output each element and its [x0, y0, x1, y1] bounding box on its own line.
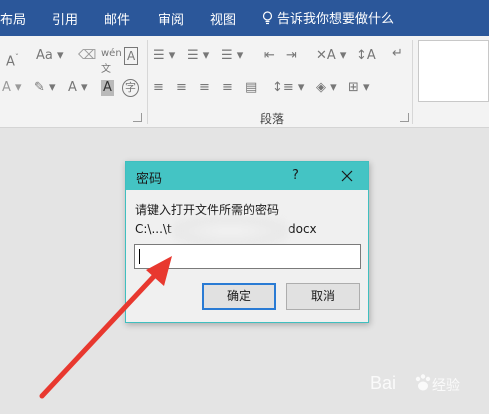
ok-button[interactable]: 确定	[202, 283, 276, 310]
align-right-icon[interactable]: ≡	[199, 80, 210, 96]
file-path-end: docx	[288, 222, 317, 236]
close-icon[interactable]	[335, 164, 359, 188]
group-separator	[412, 40, 413, 124]
text-effects-icon[interactable]: A ▾	[2, 80, 22, 96]
ribbon-body: Aˇ Aa ▾ ⌫ wén 文 A A ▾ ✎ ▾ A ▾ A 字 ☰ ▾ ☰ ▾…	[0, 36, 489, 128]
tab-view[interactable]: 视图	[210, 9, 236, 28]
file-path-start: C:\...\t	[135, 222, 172, 236]
font-color-icon[interactable]: A ▾	[68, 80, 88, 96]
redacted-filename	[171, 216, 289, 246]
decrease-indent-icon[interactable]: ⇤	[264, 48, 275, 64]
tab-layout[interactable]: 布局	[0, 9, 26, 28]
numbering-icon[interactable]: ☰ ▾	[187, 48, 209, 64]
text-caret	[139, 249, 140, 264]
increase-indent-icon[interactable]: ⇥	[286, 48, 297, 64]
password-input[interactable]	[134, 244, 361, 269]
help-button[interactable]: ?	[292, 168, 299, 183]
align-center-icon[interactable]: ≡	[176, 80, 187, 96]
bullets-icon[interactable]: ☰ ▾	[153, 48, 175, 64]
tab-review[interactable]: 审阅	[158, 9, 184, 28]
shading-icon[interactable]: ◈ ▾	[316, 80, 337, 96]
password-dialog: 密码 ? 请键入打开文件所需的密码 C:\...\t docx 确定 取消	[125, 161, 369, 323]
watermark-text: Bai	[370, 373, 397, 393]
char-shading-icon[interactable]: A	[101, 80, 114, 96]
tell-me-text: 告诉我你想要做什么	[277, 12, 395, 27]
multilevel-list-icon[interactable]: ☰ ▾	[221, 48, 243, 64]
justify-icon[interactable]: ≡	[222, 80, 233, 96]
chinese-layout-icon[interactable]: ✕A ▾	[316, 48, 346, 64]
paragraph-dialog-launcher-icon[interactable]	[400, 113, 409, 122]
tab-mailings[interactable]: 邮件	[104, 9, 130, 28]
font-dialog-launcher-icon[interactable]	[133, 113, 142, 122]
lightbulb-icon	[262, 10, 273, 24]
distributed-icon[interactable]: ▤	[245, 80, 257, 96]
group-separator	[147, 40, 148, 124]
cancel-button[interactable]: 取消	[286, 283, 360, 310]
styles-gallery[interactable]	[418, 40, 489, 102]
change-case-icon[interactable]: Aa ▾	[36, 48, 64, 64]
enclose-char-icon[interactable]: 字	[122, 79, 139, 97]
show-marks-icon[interactable]: ↵	[392, 46, 403, 62]
tell-me-box[interactable]: 告诉我你想要做什么	[262, 8, 394, 27]
paragraph-group-label: 段落	[260, 112, 285, 126]
phonetic-guide-icon[interactable]: wén 文	[101, 46, 122, 78]
shrink-font-icon[interactable]: Aˇ	[6, 50, 19, 70]
baidu-watermark: Bai 经验	[370, 370, 480, 398]
char-border-icon[interactable]: A	[124, 47, 139, 65]
ribbon-tab-bar: 布局 引用 邮件 审阅 视图 告诉我你想要做什么	[0, 0, 489, 36]
sort-icon[interactable]: ↕A	[356, 48, 376, 64]
dialog-title-bar[interactable]: 密码 ?	[126, 162, 368, 190]
tab-references[interactable]: 引用	[52, 9, 78, 28]
clear-format-icon[interactable]: ⌫	[78, 48, 96, 64]
dialog-title: 密码	[136, 172, 163, 187]
align-left-icon[interactable]: ≡	[153, 80, 164, 96]
line-spacing-icon[interactable]: ↕≡ ▾	[272, 80, 304, 96]
borders-icon[interactable]: ⊞ ▾	[348, 80, 370, 96]
watermark-suffix: 经验	[432, 378, 460, 394]
highlight-icon[interactable]: ✎ ▾	[34, 80, 56, 96]
